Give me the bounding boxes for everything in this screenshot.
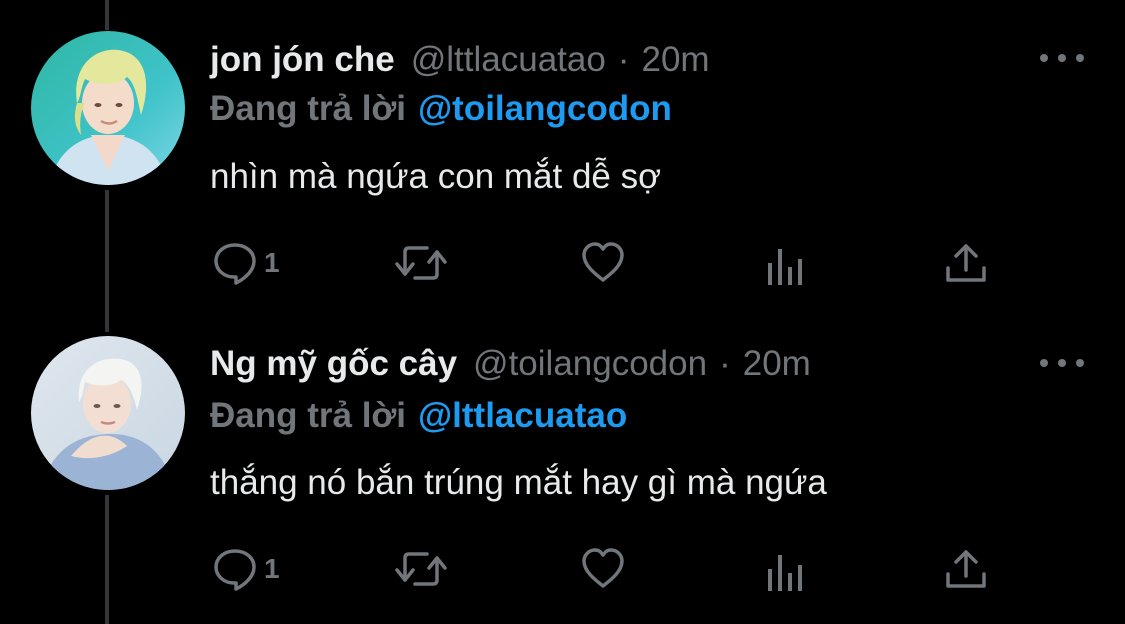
user-handle[interactable]: @lttlacuatao [411, 40, 606, 80]
upload-arrow-icon [946, 550, 986, 588]
replying-to-label: Đang trả lời [210, 396, 407, 435]
reply-button[interactable]: 1 [212, 239, 280, 287]
heart-icon [582, 242, 624, 282]
upload-arrow-icon [946, 244, 986, 282]
more-options-button[interactable] [1040, 50, 1084, 66]
tweet[interactable]: Ng mỹ gốc cây @toilangcodon · 20m Đang t… [0, 312, 1125, 624]
speech-bubble-icon [214, 549, 256, 591]
reply-count: 1 [264, 553, 280, 584]
ellipsis-icon [1058, 54, 1066, 62]
timestamp[interactable]: 20m [743, 344, 811, 384]
tweet-text: nhìn mà ngứa con mắt dễ sợ [210, 157, 662, 196]
replying-to: Đang trả lời @lttlacuatao [210, 396, 627, 436]
ellipsis-icon [1076, 54, 1084, 62]
retweet-arrows-icon [395, 552, 447, 586]
tweet-header: Ng mỹ gốc cây @toilangcodon · 20m [210, 344, 811, 388]
views-button[interactable] [764, 548, 810, 596]
mention-link[interactable]: @toilangcodon [418, 89, 672, 128]
more-options-button[interactable] [1040, 355, 1084, 371]
replying-to-label: Đang trả lời [210, 89, 407, 128]
tweet[interactable]: jon jón che @lttlacuatao · 20m Đang trả … [0, 0, 1125, 312]
bar-chart-icon [768, 555, 802, 591]
heart-icon [582, 548, 624, 588]
display-name[interactable]: Ng mỹ gốc cây [210, 344, 457, 384]
tweet-header: jon jón che @lttlacuatao · 20m [210, 40, 710, 84]
retweet-button[interactable] [395, 545, 447, 593]
reply-count: 1 [264, 247, 280, 278]
ellipsis-icon [1040, 54, 1048, 62]
share-button[interactable] [943, 239, 989, 287]
ellipsis-icon [1040, 359, 1048, 367]
retweet-button[interactable] [395, 239, 447, 287]
reply-button[interactable]: 1 [212, 545, 280, 593]
share-button[interactable] [943, 545, 989, 593]
avatar-image [31, 31, 185, 185]
speech-bubble-icon [214, 243, 256, 285]
separator-dot: · [719, 344, 731, 383]
views-button[interactable] [764, 242, 810, 290]
mention-link[interactable]: @lttlacuatao [418, 396, 627, 435]
bar-chart-icon [768, 249, 802, 285]
tweet-text: thắng nó bắn trúng mắt hay gì mà ngứa [210, 463, 827, 502]
display-name[interactable]: jon jón che [210, 40, 395, 80]
separator-dot: · [617, 40, 630, 79]
retweet-arrows-icon [395, 246, 447, 280]
user-handle[interactable]: @toilangcodon [473, 344, 707, 384]
avatar[interactable] [31, 31, 185, 185]
ellipsis-icon [1058, 359, 1066, 367]
ellipsis-icon [1076, 359, 1084, 367]
avatar-image [31, 336, 185, 490]
like-button[interactable] [580, 545, 626, 593]
timestamp[interactable]: 20m [641, 40, 709, 80]
like-button[interactable] [580, 239, 626, 287]
avatar[interactable] [31, 336, 185, 490]
replying-to: Đang trả lời @toilangcodon [210, 89, 672, 129]
